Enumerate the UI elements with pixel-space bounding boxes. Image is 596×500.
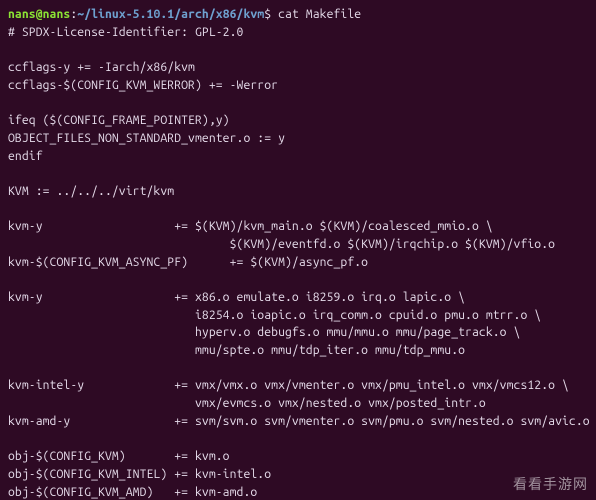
command-text: cat Makefile (278, 8, 361, 21)
file-line: vmx/evmcs.o vmx/nested.o vmx/posted_intr… (8, 395, 588, 413)
file-line: $(KVM)/eventfd.o $(KVM)/irqchip.o $(KVM)… (8, 236, 588, 254)
file-line: OBJECT_FILES_NON_STANDARD_vmenter.o := y (8, 130, 588, 148)
file-line: endif (8, 148, 588, 166)
file-line (8, 271, 588, 289)
file-line: obj-$(CONFIG_KVM_AMD) += kvm-amd.o (8, 484, 588, 500)
file-line: kvm-y += $(KVM)/kvm_main.o $(KVM)/coales… (8, 218, 588, 236)
file-line: obj-$(CONFIG_KVM) += kvm.o (8, 448, 588, 466)
prompt-user-host: nans@nans (8, 8, 70, 21)
file-line: i8254.o ioapic.o irq_comm.o cpuid.o pmu.… (8, 307, 588, 325)
file-line: kvm-amd-y += svm/svm.o svm/vmenter.o svm… (8, 413, 588, 431)
file-line (8, 360, 588, 378)
file-line: hyperv.o debugfs.o mmu/mmu.o mmu/page_tr… (8, 324, 588, 342)
file-line: ifeq ($(CONFIG_FRAME_POINTER),y) (8, 112, 588, 130)
file-line (8, 165, 588, 183)
file-line: obj-$(CONFIG_KVM_INTEL) += kvm-intel.o (8, 466, 588, 484)
file-line: kvm-$(CONFIG_KVM_ASYNC_PF) += $(KVM)/asy… (8, 254, 588, 272)
file-line (8, 431, 588, 449)
file-line: # SPDX-License-Identifier: GPL-2.0 (8, 24, 588, 42)
file-line: kvm-intel-y += vmx/vmx.o vmx/vmenter.o v… (8, 377, 588, 395)
file-line: ccflags-y += -Iarch/x86/kvm (8, 59, 588, 77)
terminal-output[interactable]: nans@nans:~/linux-5.10.1/arch/x86/kvm$ c… (0, 0, 596, 500)
file-content: # SPDX-License-Identifier: GPL-2.0 ccfla… (8, 24, 588, 500)
file-line: mmu/spte.o mmu/tdp_iter.o mmu/tdp_mmu.o (8, 342, 588, 360)
file-line: kvm-y += x86.o emulate.o i8259.o irq.o l… (8, 289, 588, 307)
prompt-line: nans@nans:~/linux-5.10.1/arch/x86/kvm$ c… (8, 6, 588, 24)
prompt-dollar: $ (264, 8, 278, 21)
file-line (8, 41, 588, 59)
file-line (8, 94, 588, 112)
file-line: KVM := ../../../virt/kvm (8, 183, 588, 201)
file-line (8, 201, 588, 219)
file-line: ccflags-$(CONFIG_KVM_WERROR) += -Werror (8, 77, 588, 95)
prompt-path: ~/linux-5.10.1/arch/x86/kvm (77, 8, 264, 21)
